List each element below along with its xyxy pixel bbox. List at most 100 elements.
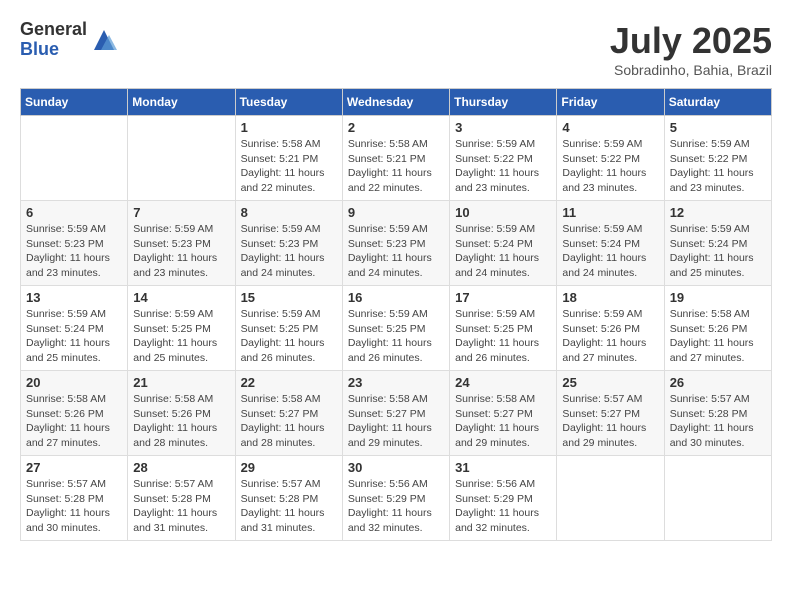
weekday-header: Wednesday (342, 89, 449, 116)
calendar-cell (557, 456, 664, 541)
day-number: 15 (241, 290, 337, 305)
day-number: 25 (562, 375, 658, 390)
calendar-cell (21, 116, 128, 201)
day-number: 20 (26, 375, 122, 390)
day-info: Sunrise: 5:59 AM Sunset: 5:25 PM Dayligh… (133, 307, 229, 366)
calendar-cell: 15 Sunrise: 5:59 AM Sunset: 5:25 PM Dayli… (235, 286, 342, 371)
day-number: 4 (562, 120, 658, 135)
weekday-header: Saturday (664, 89, 771, 116)
calendar-cell: 27 Sunrise: 5:57 AM Sunset: 5:28 PM Dayli… (21, 456, 128, 541)
calendar-week-row: 20 Sunrise: 5:58 AM Sunset: 5:26 PM Dayli… (21, 371, 772, 456)
calendar-cell: 28Sunrise: 5:57 AM Sunset: 5:28 PM Dayli… (128, 456, 235, 541)
location: Sobradinho, Bahia, Brazil (610, 62, 772, 78)
day-number: 30 (348, 460, 444, 475)
day-number: 7 (133, 205, 229, 220)
calendar-cell: 29Sunrise: 5:57 AM Sunset: 5:28 PM Dayli… (235, 456, 342, 541)
day-number: 1 (241, 120, 337, 135)
calendar-cell: 19Sunrise: 5:58 AM Sunset: 5:26 PM Dayli… (664, 286, 771, 371)
day-info: Sunrise: 5:57 AM Sunset: 5:27 PM Dayligh… (562, 392, 658, 451)
day-number: 8 (241, 205, 337, 220)
calendar-week-row: 6 Sunrise: 5:59 AM Sunset: 5:23 PM Daylig… (21, 201, 772, 286)
day-info: Sunrise: 5:59 AM Sunset: 5:24 PM Dayligh… (26, 307, 122, 366)
calendar-cell: 8 Sunrise: 5:59 AM Sunset: 5:23 PM Daylig… (235, 201, 342, 286)
calendar-cell: 14 Sunrise: 5:59 AM Sunset: 5:25 PM Dayli… (128, 286, 235, 371)
day-info: Sunrise: 5:59 AM Sunset: 5:24 PM Dayligh… (562, 222, 658, 281)
calendar-cell: 23Sunrise: 5:58 AM Sunset: 5:27 PM Dayli… (342, 371, 449, 456)
weekday-header: Monday (128, 89, 235, 116)
calendar-cell: 1 Sunrise: 5:58 AM Sunset: 5:21 PM Daylig… (235, 116, 342, 201)
day-number: 13 (26, 290, 122, 305)
calendar-cell: 5 Sunrise: 5:59 AM Sunset: 5:22 PM Daylig… (664, 116, 771, 201)
day-info: Sunrise: 5:59 AM Sunset: 5:22 PM Dayligh… (455, 137, 551, 196)
calendar-cell: 22 Sunrise: 5:58 AM Sunset: 5:27 PM Dayli… (235, 371, 342, 456)
calendar-cell: 24 Sunrise: 5:58 AM Sunset: 5:27 PM Dayli… (450, 371, 557, 456)
day-info: Sunrise: 5:59 AM Sunset: 5:25 PM Dayligh… (455, 307, 551, 366)
calendar-cell: 20Sunrise: 5:58 AM Sunset: 5:26 PM Dayli… (21, 371, 128, 456)
day-number: 16 (348, 290, 444, 305)
title-block: July 2025 Sobradinho, Bahia, Brazil (610, 20, 772, 78)
day-number: 3 (455, 120, 551, 135)
day-info: Sunrise: 5:59 AM Sunset: 5:23 PM Dayligh… (348, 222, 444, 281)
day-info: Sunrise: 5:56 AM Sunset: 5:29 PM Dayligh… (455, 477, 551, 536)
calendar-cell: 10Sunrise: 5:59 AM Sunset: 5:24 PM Dayli… (450, 201, 557, 286)
calendar-cell: 18 Sunrise: 5:59 AM Sunset: 5:26 PM Dayli… (557, 286, 664, 371)
calendar-week-row: 13 Sunrise: 5:59 AM Sunset: 5:24 PM Dayli… (21, 286, 772, 371)
day-number: 31 (455, 460, 551, 475)
calendar-cell (128, 116, 235, 201)
day-info: Sunrise: 5:57 AM Sunset: 5:28 PM Dayligh… (670, 392, 766, 451)
weekday-header: Friday (557, 89, 664, 116)
logo-blue: Blue (20, 40, 87, 60)
day-info: Sunrise: 5:58 AM Sunset: 5:26 PM Dayligh… (670, 307, 766, 366)
calendar-week-row: 1 Sunrise: 5:58 AM Sunset: 5:21 PM Daylig… (21, 116, 772, 201)
logo-general: General (20, 20, 87, 40)
calendar-cell: 21 Sunrise: 5:58 AM Sunset: 5:26 PM Dayli… (128, 371, 235, 456)
day-info: Sunrise: 5:58 AM Sunset: 5:27 PM Dayligh… (241, 392, 337, 451)
day-info: Sunrise: 5:59 AM Sunset: 5:23 PM Dayligh… (26, 222, 122, 281)
day-info: Sunrise: 5:59 AM Sunset: 5:25 PM Dayligh… (241, 307, 337, 366)
day-number: 10 (455, 205, 551, 220)
calendar-cell: 25 Sunrise: 5:57 AM Sunset: 5:27 PM Dayli… (557, 371, 664, 456)
day-number: 23 (348, 375, 444, 390)
logo: General Blue (20, 20, 119, 60)
day-number: 5 (670, 120, 766, 135)
day-number: 2 (348, 120, 444, 135)
weekday-header: Tuesday (235, 89, 342, 116)
day-number: 24 (455, 375, 551, 390)
day-info: Sunrise: 5:58 AM Sunset: 5:26 PM Dayligh… (133, 392, 229, 451)
day-info: Sunrise: 5:59 AM Sunset: 5:22 PM Dayligh… (562, 137, 658, 196)
day-number: 6 (26, 205, 122, 220)
day-number: 11 (562, 205, 658, 220)
calendar-cell: 31 Sunrise: 5:56 AM Sunset: 5:29 PM Dayli… (450, 456, 557, 541)
calendar-cell (664, 456, 771, 541)
day-info: Sunrise: 5:58 AM Sunset: 5:27 PM Dayligh… (455, 392, 551, 451)
calendar-cell: 2 Sunrise: 5:58 AM Sunset: 5:21 PM Daylig… (342, 116, 449, 201)
day-number: 27 (26, 460, 122, 475)
day-info: Sunrise: 5:59 AM Sunset: 5:23 PM Dayligh… (133, 222, 229, 281)
day-info: Sunrise: 5:59 AM Sunset: 5:26 PM Dayligh… (562, 307, 658, 366)
day-number: 18 (562, 290, 658, 305)
day-number: 21 (133, 375, 229, 390)
day-info: Sunrise: 5:59 AM Sunset: 5:22 PM Dayligh… (670, 137, 766, 196)
day-info: Sunrise: 5:58 AM Sunset: 5:21 PM Dayligh… (348, 137, 444, 196)
day-info: Sunrise: 5:57 AM Sunset: 5:28 PM Dayligh… (26, 477, 122, 536)
day-info: Sunrise: 5:59 AM Sunset: 5:23 PM Dayligh… (241, 222, 337, 281)
calendar-header-row: SundayMondayTuesdayWednesdayThursdayFrid… (21, 89, 772, 116)
logo-icon (89, 25, 119, 55)
calendar-cell: 9 Sunrise: 5:59 AM Sunset: 5:23 PM Daylig… (342, 201, 449, 286)
weekday-header: Sunday (21, 89, 128, 116)
day-number: 9 (348, 205, 444, 220)
calendar-cell: 16Sunrise: 5:59 AM Sunset: 5:25 PM Dayli… (342, 286, 449, 371)
day-info: Sunrise: 5:59 AM Sunset: 5:24 PM Dayligh… (670, 222, 766, 281)
calendar-cell: 12 Sunrise: 5:59 AM Sunset: 5:24 PM Dayli… (664, 201, 771, 286)
day-info: Sunrise: 5:57 AM Sunset: 5:28 PM Dayligh… (241, 477, 337, 536)
calendar-cell: 4 Sunrise: 5:59 AM Sunset: 5:22 PM Daylig… (557, 116, 664, 201)
day-info: Sunrise: 5:58 AM Sunset: 5:21 PM Dayligh… (241, 137, 337, 196)
calendar-cell: 30Sunrise: 5:56 AM Sunset: 5:29 PM Dayli… (342, 456, 449, 541)
day-number: 12 (670, 205, 766, 220)
day-number: 14 (133, 290, 229, 305)
day-number: 22 (241, 375, 337, 390)
calendar-cell: 3 Sunrise: 5:59 AM Sunset: 5:22 PM Daylig… (450, 116, 557, 201)
month-year: July 2025 (610, 20, 772, 62)
calendar-cell: 26 Sunrise: 5:57 AM Sunset: 5:28 PM Dayli… (664, 371, 771, 456)
day-number: 26 (670, 375, 766, 390)
